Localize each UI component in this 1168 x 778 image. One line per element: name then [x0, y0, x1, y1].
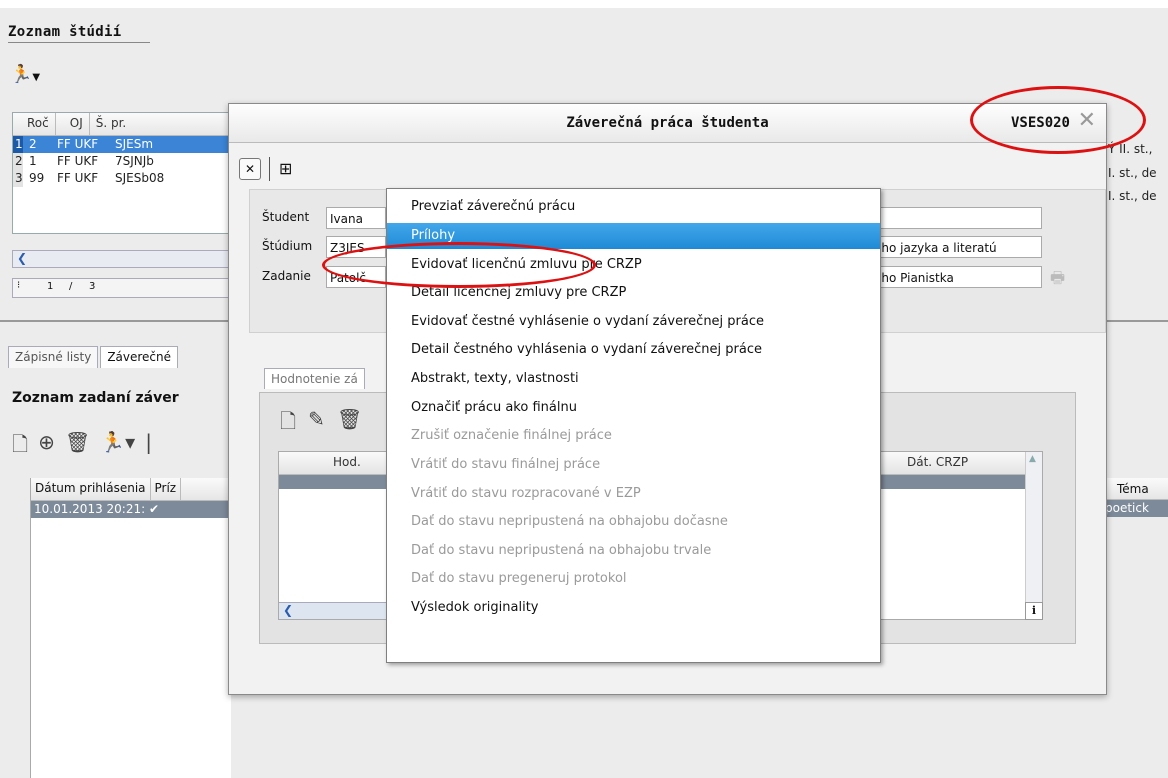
- divider: [0, 320, 228, 322]
- row-number: 1: [13, 136, 23, 153]
- menu-item-evidovat-cestne[interactable]: Evidovať čestné vyhlásenie o vydaní záve…: [387, 309, 880, 335]
- label-studium: Štúdium: [262, 239, 313, 253]
- menu-item-zrusit-oznacenie: Zrušiť označenie finálnej práce: [411, 428, 612, 443]
- cell-roc: 2: [29, 137, 37, 151]
- cell-roc: 99: [29, 171, 45, 185]
- pencil-icon[interactable]: ✎: [308, 407, 325, 441]
- table-row[interactable]: 1 2 FF UKF SJESm: [13, 136, 243, 153]
- new-document-icon[interactable]: 🗋: [12, 430, 28, 464]
- lower-toolbar: 🗋 ⊕ 🗑 🏃▾ |: [12, 430, 152, 464]
- row-fragment: I. st., de: [1108, 189, 1157, 203]
- pager-separator: /: [69, 281, 73, 292]
- row-fragment: I. st., de: [1108, 166, 1157, 180]
- study-table[interactable]: Roč OJ Š. pr. 1 2 FF UKF SJESm 2 1 FF UK…: [12, 112, 244, 234]
- check-icon: ✔: [148, 502, 160, 516]
- dialog-toolbar: ✕ ⊞: [229, 143, 1106, 193]
- col-header-hod[interactable]: Hod.: [333, 455, 361, 469]
- menu-item-oznacit-finalnu[interactable]: Označiť prácu ako finálnu: [387, 395, 880, 421]
- right-field-1[interactable]: 0: [870, 207, 1042, 229]
- menu-item-vratit-finalnej: Vrátiť do stavu finálnej práce: [411, 457, 601, 472]
- toolbar-separator: [269, 157, 270, 181]
- col-header-dat-crzp[interactable]: Dát. CRZP: [907, 455, 968, 469]
- scroll-left-icon[interactable]: ❮: [17, 251, 27, 265]
- annotation-oval-code: [970, 86, 1146, 154]
- page-title: Zoznam štúdií: [8, 24, 122, 40]
- menu-item-detail-cestneho[interactable]: Detail čestného vyhlásenia o vydaní záve…: [387, 337, 880, 363]
- tab-zaverecne[interactable]: Záverečné: [100, 346, 179, 368]
- tab-hodnotenie[interactable]: Hodnotenie zá: [264, 368, 365, 389]
- horizontal-scrollbar[interactable]: ❮: [12, 250, 244, 268]
- cell-oj: FF UKF: [57, 154, 99, 168]
- hierarchy-icon[interactable]: ⊞: [279, 159, 292, 178]
- menu-item-prevziat[interactable]: Prevziať záverečnú prácu: [387, 194, 880, 220]
- separator: |: [145, 430, 152, 454]
- info-icon[interactable]: i: [1025, 602, 1043, 620]
- menu-item-abstrakt[interactable]: Abstrakt, texty, vlastnosti: [387, 366, 880, 392]
- cell-tema: poetick: [1105, 500, 1168, 517]
- cell-spr: 7SJNJb: [115, 154, 154, 168]
- close-dialog-button[interactable]: ✕: [239, 158, 261, 180]
- pager: ⁝ 1 / 3: [12, 278, 244, 298]
- menu-item-vysledok-originality[interactable]: Výsledok originality: [387, 595, 880, 621]
- col-header-date[interactable]: Dátum prihlásenia: [31, 478, 151, 500]
- pager-total: 3: [89, 281, 96, 292]
- pager-icon[interactable]: ⁝: [17, 280, 20, 291]
- col-header-spr[interactable]: Š. pr.: [90, 113, 133, 135]
- table-row[interactable]: 2 1 FF UKF 7SJNJb: [13, 153, 243, 170]
- section-title: Zoznam zadaní záver: [12, 390, 179, 406]
- label-zadanie: Zadanie: [262, 269, 311, 283]
- table-row[interactable]: 10.01.2013 20:21: ✔: [31, 501, 231, 518]
- divider: [1105, 320, 1168, 322]
- col-header-roc[interactable]: Roč: [13, 113, 56, 135]
- runner-icon: 🏃: [10, 64, 33, 85]
- table-row[interactable]: 3 99 FF UKF SJESb08: [13, 170, 243, 187]
- label-student: Študent: [262, 210, 310, 224]
- horizontal-scrollbar[interactable]: ❮: [279, 602, 389, 619]
- chevron-down-icon: ▼: [32, 72, 41, 83]
- study-table-header: Roč OJ Š. pr.: [13, 113, 243, 136]
- row-number: 3: [13, 170, 23, 187]
- cell-oj: FF UKF: [57, 171, 99, 185]
- grid-header: Dátum prihlásenia Príz: [31, 478, 231, 501]
- menu-item-nepripustena-docasne: Dať do stavu nepripustená na obhajobu do…: [411, 514, 728, 529]
- cell-oj: FF UKF: [57, 137, 99, 151]
- right-field-3[interactable]: ého Pianistka: [870, 266, 1042, 288]
- top-strip: [0, 0, 1168, 8]
- assignments-grid[interactable]: Dátum prihlásenia Príz 10.01.2013 20:21:…: [30, 478, 231, 778]
- cell-spr: SJESm: [115, 137, 154, 151]
- trash-icon[interactable]: 🗑: [65, 430, 90, 464]
- trash-icon[interactable]: 🗑: [337, 407, 362, 441]
- annotation-oval-prilohy: [322, 242, 596, 288]
- lower-tabs: Zápisné listy Záverečné: [8, 346, 179, 368]
- vertical-scrollbar[interactable]: ▲: [1025, 452, 1042, 617]
- cell-spr: SJESb08: [115, 171, 165, 185]
- scroll-up-icon[interactable]: ▲: [1029, 454, 1036, 464]
- new-document-icon[interactable]: 🗋: [280, 407, 296, 441]
- pager-current[interactable]: 1: [47, 281, 53, 292]
- runner-icon[interactable]: 🏃▾: [100, 430, 135, 464]
- cell-date: 10.01.2013 20:21:: [34, 502, 146, 516]
- printer-icon[interactable]: 🖶: [1050, 267, 1065, 294]
- col-header-priz[interactable]: Príz: [151, 478, 182, 500]
- inner-toolbar: 🗋 ✎ 🗑: [280, 407, 362, 441]
- menu-item-nepripustena-trvale: Dať do stavu nepripustená na obhajobu tr…: [411, 543, 712, 558]
- menu-item-pregeneruj: Dať do stavu pregeneruj protokol: [411, 571, 627, 586]
- action-menu-button[interactable]: 🏃▼: [10, 64, 40, 85]
- col-header-oj[interactable]: OJ: [56, 113, 90, 135]
- right-field-2[interactable]: ého jazyka a literatú: [870, 236, 1042, 258]
- zoom-icon[interactable]: ⊕: [38, 430, 55, 464]
- row-number: 2: [13, 153, 23, 170]
- menu-item-vratit-ezp: Vrátiť do stavu rozpracované v EZP: [411, 486, 641, 501]
- tab-zapisne-listy[interactable]: Zápisné listy: [8, 346, 99, 368]
- col-header-tema[interactable]: Téma: [1105, 478, 1168, 500]
- scroll-left-icon[interactable]: ❮: [283, 603, 293, 617]
- student-field[interactable]: Ivana: [326, 207, 386, 229]
- cell-roc: 1: [29, 154, 37, 168]
- title-underline: [8, 42, 150, 43]
